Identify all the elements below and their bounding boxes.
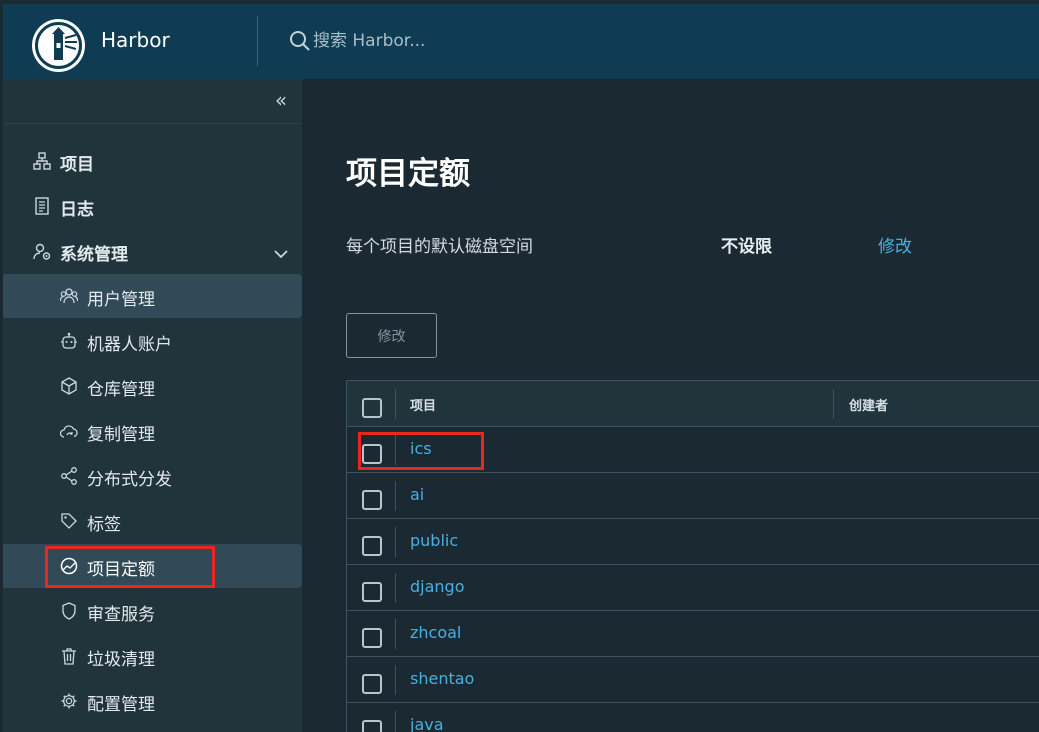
highlight-box-ics-row	[358, 432, 484, 470]
highlight-box-quota-menu	[45, 546, 215, 588]
project-link[interactable]: django	[410, 577, 465, 596]
project-link[interactable]: zhcoal	[410, 623, 461, 642]
column-divider	[395, 481, 396, 511]
search-input[interactable]	[313, 28, 613, 54]
tag-icon	[60, 511, 78, 531]
sidebar-item-replications[interactable]: 复制管理	[3, 409, 302, 453]
sidebar-item-distributions[interactable]: 分布式分发	[3, 454, 302, 498]
column-divider	[395, 619, 396, 649]
brand-name[interactable]: Harbor	[101, 28, 170, 52]
harbor-app: Harbor « 项目 日志 系统管理	[0, 0, 1039, 732]
sidebar-item-label: 复制管理	[87, 425, 155, 445]
column-header-creator[interactable]: 创建者	[849, 395, 888, 414]
table-row: shentao	[347, 657, 1039, 703]
edit-default-quota-link[interactable]: 修改	[878, 232, 912, 257]
project-link[interactable]: java	[410, 715, 444, 732]
table-row: java	[347, 703, 1039, 732]
chevron-down-icon[interactable]	[273, 245, 289, 264]
row-checkbox[interactable]	[362, 582, 382, 602]
trash-icon	[60, 646, 78, 666]
column-divider	[833, 389, 834, 419]
select-all-checkbox[interactable]	[362, 398, 382, 418]
sidebar-item-label: 审查服务	[87, 605, 155, 625]
column-header-project[interactable]: 项目	[410, 395, 436, 414]
sidebar-item-interrogation-services[interactable]: 审查服务	[3, 589, 302, 633]
gear-icon	[60, 691, 78, 711]
sidebar-item-administration[interactable]: 系统管理	[3, 229, 302, 273]
sidebar-item-users[interactable]: 用户管理	[3, 274, 302, 318]
sidebar-item-label: 标签	[87, 515, 121, 535]
sidebar-item-label: 仓库管理	[87, 380, 155, 400]
users-gear-icon	[33, 241, 51, 261]
page-title: 项目定额	[346, 156, 470, 192]
row-checkbox[interactable]	[362, 536, 382, 556]
column-divider	[395, 573, 396, 603]
sidebar-item-clean-up[interactable]: 垃圾清理	[3, 634, 302, 678]
project-link[interactable]: public	[410, 531, 458, 550]
column-divider	[395, 389, 396, 419]
sidebar-item-label: 用户管理	[87, 290, 155, 310]
sidebar-item-projects[interactable]: 项目	[3, 139, 302, 183]
table-header: 项目 创建者	[347, 381, 1039, 427]
collapse-sidebar-icon[interactable]: «	[271, 89, 291, 111]
column-divider	[395, 527, 396, 557]
table-row: zhcoal	[347, 611, 1039, 657]
sidebar-divider	[3, 123, 302, 124]
sidebar-item-label: 日志	[60, 200, 94, 220]
project-link[interactable]: shentao	[410, 669, 474, 688]
cube-icon	[60, 376, 78, 396]
sidebar-item-label: 项目	[60, 155, 94, 175]
sidebar-item-label: 分布式分发	[87, 470, 172, 490]
sidebar-item-label: 垃圾清理	[87, 650, 155, 670]
row-checkbox[interactable]	[362, 674, 382, 694]
header-divider	[257, 16, 258, 66]
table-row: public	[347, 519, 1039, 565]
users-icon	[59, 286, 79, 306]
sidebar-item-configuration[interactable]: 配置管理	[3, 679, 302, 723]
row-checkbox[interactable]	[362, 628, 382, 648]
column-divider	[395, 665, 396, 695]
project-tree-icon	[33, 151, 51, 171]
sidebar-item-robot-accounts[interactable]: 机器人账户	[3, 319, 302, 363]
sidebar-item-label: 配置管理	[87, 695, 155, 715]
column-divider	[395, 711, 396, 732]
sidebar-item-label: 系统管理	[60, 245, 128, 265]
cloud-sync-icon	[59, 421, 78, 441]
sidebar-item-registries[interactable]: 仓库管理	[3, 364, 302, 408]
sidebar-item-label: 机器人账户	[87, 335, 172, 355]
sidebar: « 项目 日志 系统管理 用户管理 机器人账户 仓库管理 复制管理 分布式分发 …	[3, 79, 302, 732]
robot-icon	[60, 331, 78, 351]
table-row: django	[347, 565, 1039, 611]
table-row: ai	[347, 473, 1039, 519]
default-quota-value: 不设限	[721, 237, 772, 257]
row-checkbox[interactable]	[362, 490, 382, 510]
sidebar-item-logs[interactable]: 日志	[3, 184, 302, 228]
sidebar-item-labels[interactable]: 标签	[3, 499, 302, 543]
row-checkbox[interactable]	[362, 720, 382, 732]
shield-icon	[60, 601, 78, 621]
harbor-logo[interactable]	[32, 19, 85, 72]
log-icon	[33, 196, 51, 216]
project-link[interactable]: ai	[410, 485, 424, 504]
top-header: Harbor	[3, 4, 1039, 79]
search-icon[interactable]	[289, 30, 311, 56]
default-quota-label: 每个项目的默认磁盘空间	[346, 237, 533, 257]
edit-quota-button[interactable]: 修改	[346, 313, 437, 358]
share-icon	[60, 466, 78, 486]
